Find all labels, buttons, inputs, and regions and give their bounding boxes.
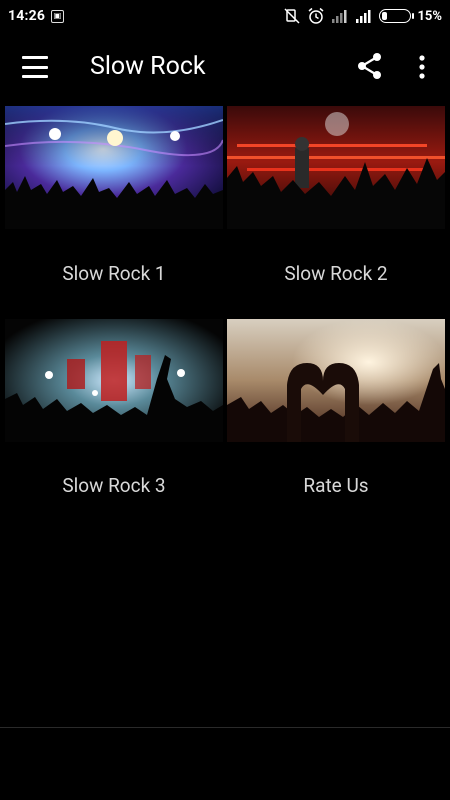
share-icon[interactable]	[356, 52, 384, 80]
concert-image	[5, 319, 223, 442]
signal-icon	[331, 7, 349, 25]
battery-icon	[379, 9, 415, 23]
page-title: Slow Rock	[90, 52, 206, 81]
menu-icon[interactable]	[22, 56, 48, 78]
status-time: 14:26	[8, 8, 46, 24]
more-vert-icon[interactable]	[416, 54, 428, 80]
status-right: 15%	[283, 7, 442, 25]
grid-item-label: Slow Rock 3	[62, 474, 166, 497]
grid-item-label: Slow Rock 2	[284, 262, 388, 285]
mute-icon	[283, 7, 301, 25]
grid-item-rate-us[interactable]: Rate Us	[227, 319, 445, 514]
grid-item-slow-rock-3[interactable]: Slow Rock 3	[5, 319, 223, 514]
status-bar: 14:26 ▣ 15%	[0, 0, 450, 32]
grid-item-slow-rock-1[interactable]: Slow Rock 1	[5, 106, 223, 301]
bottom-divider	[0, 727, 450, 728]
grid-item-slow-rock-2[interactable]: Slow Rock 2	[227, 106, 445, 301]
battery-percent: 15%	[417, 8, 442, 24]
grid-item-label: Slow Rock 1	[62, 262, 166, 285]
notification-icon: ▣	[51, 9, 65, 23]
concert-image	[227, 319, 445, 442]
grid-item-label: Rate Us	[303, 474, 369, 497]
alarm-icon	[307, 7, 325, 25]
concert-image	[5, 106, 223, 229]
concert-image	[227, 106, 445, 229]
signal-icon	[355, 7, 373, 25]
status-left: 14:26 ▣	[8, 8, 65, 24]
app-toolbar: Slow Rock	[0, 32, 450, 102]
